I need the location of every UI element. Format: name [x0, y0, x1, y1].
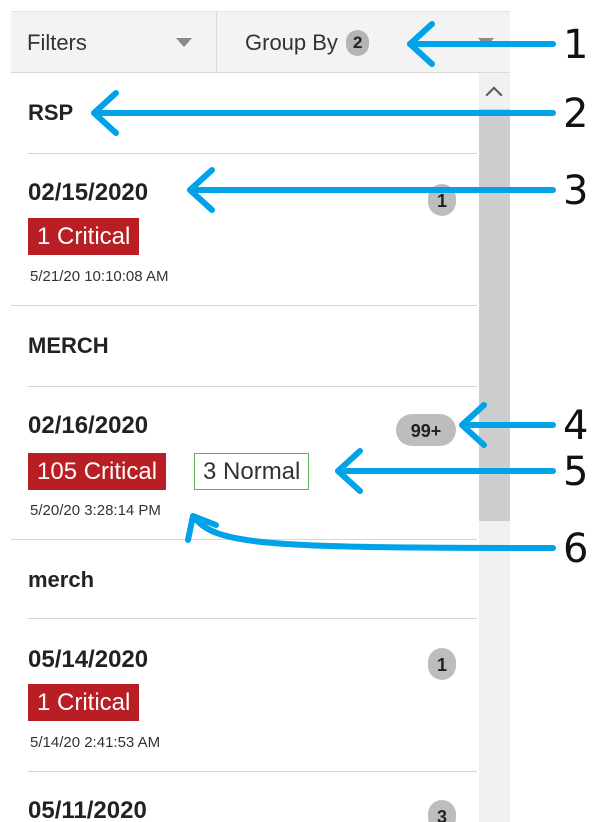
callout-number-5: 5 — [563, 449, 589, 495]
annotation-arrows — [91, 21, 556, 551]
arrow-2 — [91, 90, 556, 136]
callout-number-6: 6 — [563, 526, 589, 572]
arrow-3 — [187, 167, 556, 213]
arrow-5 — [335, 448, 556, 494]
arrow-4 — [459, 402, 556, 448]
callout-number-3: 3 — [563, 168, 589, 214]
arrow-6 — [185, 513, 556, 551]
callout-number-1: 1 — [563, 22, 589, 68]
arrow-1 — [407, 21, 556, 67]
callout-number-2: 2 — [563, 91, 589, 137]
callout-number-4: 4 — [563, 403, 589, 449]
